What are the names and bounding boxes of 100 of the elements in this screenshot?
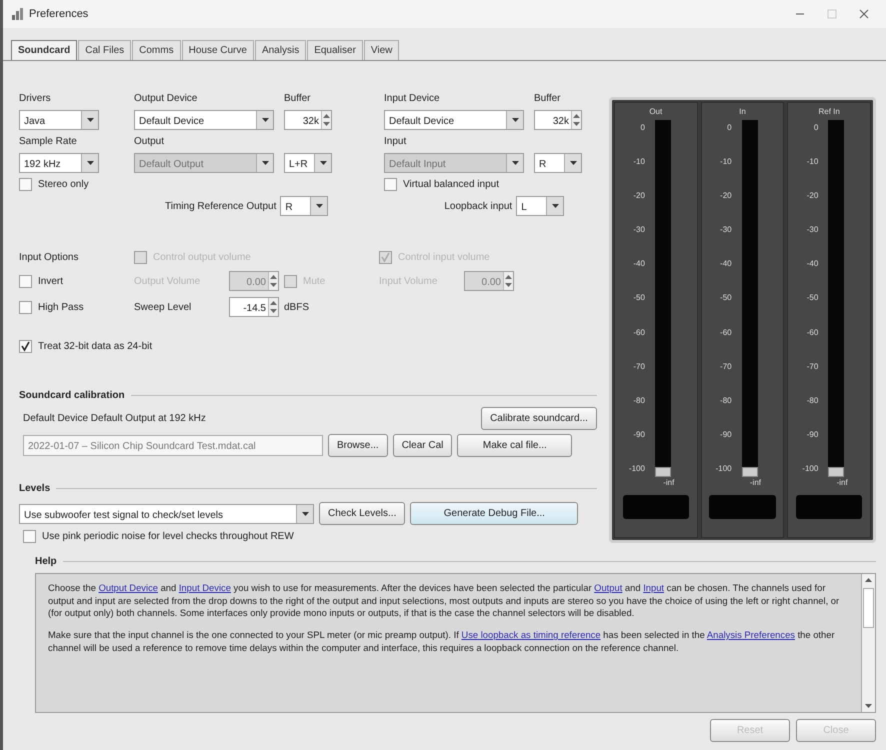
scale-label: -50 bbox=[806, 292, 818, 304]
level-thumb[interactable] bbox=[742, 467, 758, 477]
help-link[interactable]: Analysis Preferences bbox=[706, 629, 795, 640]
scale-label: -20 bbox=[719, 190, 732, 202]
tab[interactable]: Cal Files bbox=[78, 40, 132, 60]
dropdown[interactable]: R bbox=[534, 153, 582, 173]
caret-icon bbox=[86, 118, 94, 122]
caret-icon bbox=[302, 512, 308, 516]
scale-label: -10 bbox=[632, 156, 645, 168]
caret-icon bbox=[86, 161, 94, 165]
section-title: Levels bbox=[19, 482, 50, 496]
tab[interactable]: Equaliser bbox=[307, 40, 363, 60]
field-label: Output Device bbox=[134, 93, 198, 104]
dropdown[interactable]: Default Device bbox=[384, 110, 524, 130]
meter-label: Out bbox=[649, 106, 662, 118]
dropdown[interactable]: R bbox=[280, 196, 328, 216]
caret-icon bbox=[262, 118, 268, 122]
level-display bbox=[622, 495, 689, 519]
scale-label: -70 bbox=[806, 360, 818, 373]
level-display bbox=[709, 495, 776, 519]
help-link[interactable]: Output bbox=[594, 582, 622, 593]
dropdown[interactable]: L+R bbox=[284, 153, 332, 173]
maximize-icon bbox=[827, 9, 837, 19]
scale-label: -100 bbox=[801, 462, 818, 475]
spinner-arrows-icon bbox=[572, 112, 581, 128]
button[interactable]: Make cal file... bbox=[457, 434, 572, 457]
spinner-arrows-icon bbox=[269, 273, 278, 289]
spinner-field[interactable]: 32k bbox=[534, 110, 582, 130]
unit-label: dBFS bbox=[284, 302, 310, 312]
tab[interactable]: Analysis bbox=[254, 40, 306, 60]
checkbox-label: Invert bbox=[38, 274, 64, 288]
scale-label: 0 bbox=[639, 122, 645, 134]
level-display bbox=[796, 495, 862, 519]
field-label: Drivers bbox=[19, 93, 51, 104]
spinner-field[interactable]: -14.5 bbox=[229, 297, 279, 317]
scale-label: -30 bbox=[719, 224, 732, 236]
field-label: Input Device bbox=[384, 93, 440, 104]
checkbox[interactable] bbox=[19, 300, 32, 314]
app-icon bbox=[11, 8, 25, 20]
scroll-thumb[interactable] bbox=[863, 588, 874, 628]
checkbox-label: Virtual balanced input bbox=[403, 178, 499, 192]
scale-label: -100 bbox=[628, 462, 645, 475]
field-label: Output bbox=[134, 136, 164, 147]
scale-label: -10 bbox=[719, 156, 732, 168]
close-icon bbox=[859, 9, 869, 19]
spinner-arrows-icon bbox=[269, 299, 278, 315]
dropdown[interactable]: L bbox=[516, 196, 564, 216]
scale-label: -80 bbox=[632, 394, 645, 407]
checkbox[interactable] bbox=[23, 530, 36, 543]
dropdown[interactable]: Java bbox=[19, 110, 99, 130]
help-paragraph: Choose the Output Device and Input Device you wish to use for measurements. After the devices have been selected the particular Output and Input can be chosen. The channels used for output and input are selected from the drop downs to the right of the output and input selections, most outputs and inputs are stereo so you have the choice of using the left or right channel, or (for output only) both channels. Some interfaces only provide mono inputs or outputs, if that is the case the channel selectors will be disabled. bbox=[48, 582, 840, 620]
meter-reading: -inf bbox=[663, 477, 674, 489]
file-field[interactable]: 2022-01-07 – Silicon Chip Soundcard Test.mdat.cal bbox=[23, 435, 323, 456]
button[interactable]: Check Levels... bbox=[319, 502, 406, 525]
field-label: Input Options bbox=[19, 252, 78, 263]
tab[interactable]: House Curve bbox=[182, 40, 254, 60]
scale-label: -60 bbox=[632, 326, 645, 339]
scale-label: -50 bbox=[632, 292, 645, 304]
spinner-arrows-icon bbox=[322, 112, 331, 128]
meter-reading: -inf bbox=[836, 477, 848, 489]
button[interactable]: Browse... bbox=[328, 434, 388, 457]
checkbox[interactable] bbox=[19, 178, 32, 191]
calibration-description: Default Device Default Output at 192 kHz bbox=[23, 412, 206, 426]
help-link[interactable]: Input Device bbox=[178, 582, 231, 593]
tab[interactable]: Comms bbox=[132, 40, 181, 60]
scale-label: -80 bbox=[719, 394, 732, 407]
field-label: Sample Rate bbox=[19, 136, 77, 147]
level-thumb[interactable] bbox=[828, 467, 844, 477]
help-link[interactable]: Output Device bbox=[98, 582, 158, 593]
spinner-field[interactable]: 32k bbox=[284, 110, 332, 130]
help-link[interactable]: Input bbox=[643, 582, 664, 593]
scale-label: -30 bbox=[806, 224, 818, 236]
checkbox-label: Treat 32-bit data as 24-bit bbox=[38, 340, 152, 354]
section-title: Help bbox=[35, 555, 57, 569]
scale-label: -70 bbox=[719, 360, 732, 373]
scale-label: 0 bbox=[812, 122, 818, 134]
dropdown[interactable]: Default Device bbox=[134, 110, 274, 130]
dropdown[interactable]: 192 kHz bbox=[19, 153, 99, 173]
level-thumb[interactable] bbox=[654, 467, 671, 477]
caret-icon bbox=[316, 204, 323, 208]
tab[interactable]: View bbox=[364, 40, 400, 60]
button[interactable]: Calibrate soundcard... bbox=[481, 407, 597, 430]
scale-label: -30 bbox=[632, 224, 645, 236]
checkbox[interactable] bbox=[384, 178, 397, 191]
tab[interactable]: Soundcard bbox=[11, 40, 78, 60]
scrollbar[interactable] bbox=[861, 574, 875, 712]
help-link[interactable]: Use loopback as timing reference bbox=[461, 629, 601, 640]
field-label: Buffer bbox=[534, 93, 560, 104]
button[interactable]: Generate Debug File... bbox=[410, 502, 578, 525]
dropdown[interactable]: Use subwoofer test signal to check/set levels bbox=[19, 504, 314, 524]
scale-label: -40 bbox=[806, 258, 818, 270]
checkbox[interactable] bbox=[19, 274, 32, 288]
button[interactable]: Clear Cal bbox=[392, 434, 452, 457]
checkbox[interactable] bbox=[19, 340, 32, 353]
meter-label: In bbox=[739, 106, 746, 118]
meter-label: Ref In bbox=[818, 106, 840, 118]
checkbox-label: Use pink periodic noise for level checks throughout REW bbox=[42, 530, 294, 544]
caret-icon bbox=[320, 161, 326, 165]
scale-label: -70 bbox=[632, 360, 645, 373]
field-label: Loopback input bbox=[444, 200, 512, 214]
